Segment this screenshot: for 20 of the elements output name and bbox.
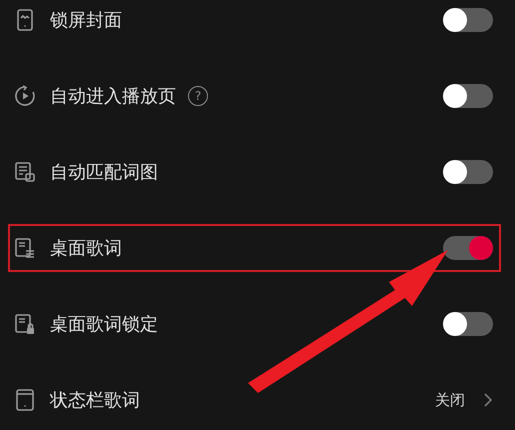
lyrics-icon [14, 237, 36, 259]
toggle-switch[interactable] [443, 8, 493, 32]
setting-value: 关闭 [435, 390, 465, 410]
phone-icon [14, 389, 36, 411]
toggle-switch[interactable] [443, 160, 493, 184]
chevron-right-icon [483, 392, 493, 408]
setting-label: 状态栏歌词 [50, 389, 140, 412]
document-icon [14, 161, 36, 183]
setting-label: 锁屏封面 [50, 9, 122, 32]
setting-label: 自动进入播放页 [50, 85, 176, 108]
lyrics-lock-icon [14, 313, 36, 335]
help-icon[interactable]: ? [188, 86, 208, 106]
setting-label: 桌面歌词 [50, 237, 122, 260]
setting-label: 桌面歌词锁定 [50, 313, 158, 336]
toggle-switch[interactable] [443, 236, 493, 260]
replay-icon [14, 85, 36, 107]
toggle-switch[interactable] [443, 312, 493, 336]
setting-label: 自动匹配词图 [50, 161, 158, 184]
phone-icon [14, 9, 36, 31]
toggle-switch[interactable] [443, 84, 493, 108]
